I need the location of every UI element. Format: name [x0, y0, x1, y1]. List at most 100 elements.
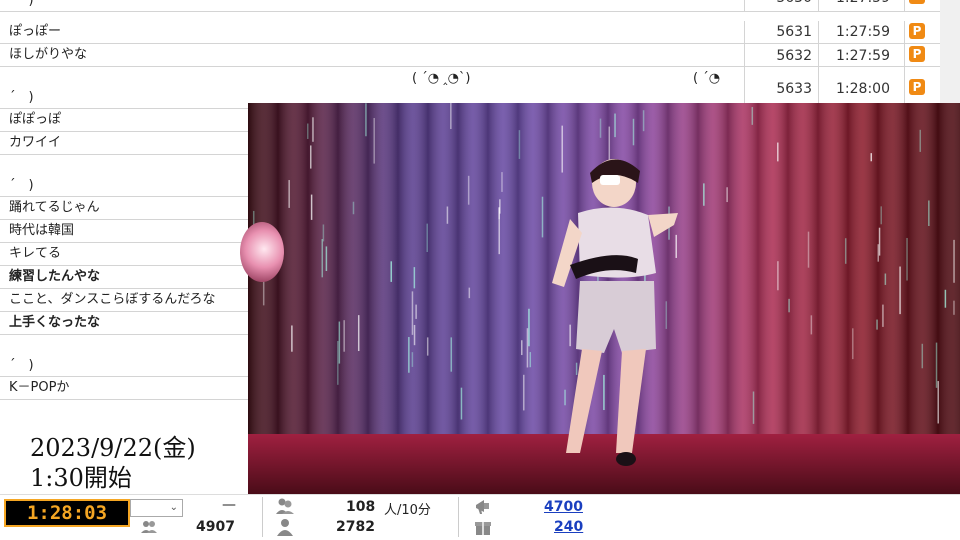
curtain-sparkle [899, 266, 901, 315]
curtain-fold [878, 103, 908, 443]
curtain-sparkle [288, 180, 290, 208]
curtain-sparkle [468, 287, 471, 299]
curtain-fold [278, 103, 308, 443]
curtain-sparkle [877, 244, 879, 262]
curtain-sparkle [878, 227, 881, 256]
curtain-sparkle [928, 200, 930, 227]
premium-p-icon: P [909, 23, 925, 39]
premium-p-icon: P [909, 0, 925, 4]
curtain-fold [368, 103, 398, 443]
curtain-sparkle [807, 231, 810, 268]
curtain-sparkle [777, 142, 779, 162]
comment-time: 1:27:59 [818, 44, 904, 66]
curtain-sparkle [937, 381, 939, 424]
curtain-sparkle [411, 291, 414, 335]
curtain-sparkle [884, 273, 887, 285]
curtain-sparkle [460, 387, 463, 420]
curtain-sparkle [325, 246, 328, 271]
comment-text: ´ ) [9, 0, 34, 8]
curtain-fold [818, 103, 848, 443]
curtain-sparkle [390, 261, 392, 282]
comment-number: 5633 [744, 67, 818, 108]
curtain-sparkle [415, 304, 417, 319]
curtain-fold [788, 103, 818, 443]
curtain-fold [758, 103, 788, 443]
curtain-sparkle [906, 237, 908, 281]
curtain-sparkle [882, 304, 884, 327]
premium-p-icon: P [909, 46, 925, 62]
curtain-fold [338, 103, 368, 443]
comment-time: 1:28:00 [818, 67, 904, 108]
status-bar: 1:28:03 ⌄ — 4907 108 人/10分 2782 4700 240 [0, 494, 960, 540]
premium-p-icon: P [909, 79, 925, 95]
comment-row[interactable]: ぽっぽー 5631 1:27:59 P [0, 21, 940, 44]
curtain-sparkle [343, 320, 345, 352]
curtain-sparkle [935, 342, 938, 388]
curtain-sparkle [944, 289, 947, 308]
curtain-sparkle [408, 337, 410, 373]
curtain-sparkle [852, 328, 854, 360]
video-player[interactable] [248, 103, 960, 494]
total-comment-count: 4907 [196, 519, 235, 535]
person-icon [277, 519, 293, 536]
comment-number: 5630 [744, 0, 818, 11]
elapsed-time: 1:28:03 [4, 499, 130, 527]
comment-row[interactable]: ´ ) 5630 1:27:59 P [0, 0, 940, 12]
visitor-count: 2782 [336, 519, 375, 535]
dancer-figure [552, 159, 678, 466]
rate-label: 人/10分 [384, 503, 431, 518]
curtain-sparkle [357, 315, 360, 352]
curtain-sparkle [338, 321, 341, 364]
comment-row[interactable]: ほしがりやな 5632 1:27:59 P [0, 44, 940, 67]
curtain-sparkle [291, 325, 293, 352]
comment-time: 1:27:59 [818, 0, 904, 11]
date-overlay: 2023/9/22(金) 1:30開始 [0, 404, 248, 494]
comment-text: ほしがりやな [9, 47, 88, 62]
gift-icon [475, 522, 491, 535]
curtain-sparkle [726, 187, 728, 203]
curtain-sparkle [337, 340, 339, 385]
curtain-fold [488, 103, 518, 443]
curtain-sparkle [921, 343, 924, 369]
curtain-fold [938, 103, 960, 443]
curtain-sparkle [467, 175, 470, 205]
curtain-sparkle [614, 113, 616, 138]
comment-time: 1:27:59 [818, 21, 904, 43]
curtain-fold [458, 103, 488, 443]
comment-ascii-art: ( ´◔ ‸◔`) [412, 71, 471, 86]
gifts-link[interactable]: 240 [554, 519, 583, 535]
curtain-sparkle [321, 239, 324, 278]
curtain-sparkle [844, 238, 847, 264]
curtain-sparkle [777, 261, 779, 291]
dash-label: — [222, 497, 236, 513]
curtain-fold [698, 103, 728, 443]
curtain-sparkle [632, 118, 635, 146]
curtain-sparkle [365, 103, 367, 137]
curtain-sparkle [307, 123, 309, 139]
curtain-sparkle [876, 319, 878, 330]
curtain-sparkle [880, 206, 882, 225]
points-link[interactable]: 4700 [544, 499, 583, 515]
comment-number: 5631 [744, 21, 818, 43]
curtain-sparkle [953, 300, 955, 315]
curtain-sparkle [599, 118, 602, 138]
curtain-sparkle [953, 239, 955, 283]
active-viewer-count: 108 [346, 499, 376, 515]
user-group-icon [141, 521, 157, 533]
curtain-sparkle [919, 129, 921, 152]
curtain-sparkle [413, 324, 416, 346]
select-dropdown[interactable]: ⌄ [130, 499, 183, 517]
stage-light-ball [240, 222, 284, 282]
curtain-sparkle [322, 224, 325, 242]
curtain-sparkle [751, 107, 754, 125]
curtain-sparkle [426, 337, 429, 356]
curtain-sparkle [352, 201, 355, 215]
curtain-sparkle [446, 206, 449, 224]
curtain-fold [908, 103, 938, 443]
curtain-sparkle [642, 110, 645, 132]
curtain-fold [848, 103, 878, 443]
user-group-icon [276, 498, 294, 514]
megaphone-icon [476, 500, 489, 514]
curtain-sparkle [310, 145, 312, 169]
comment-ascii-art: ( ´◔ [693, 71, 721, 86]
